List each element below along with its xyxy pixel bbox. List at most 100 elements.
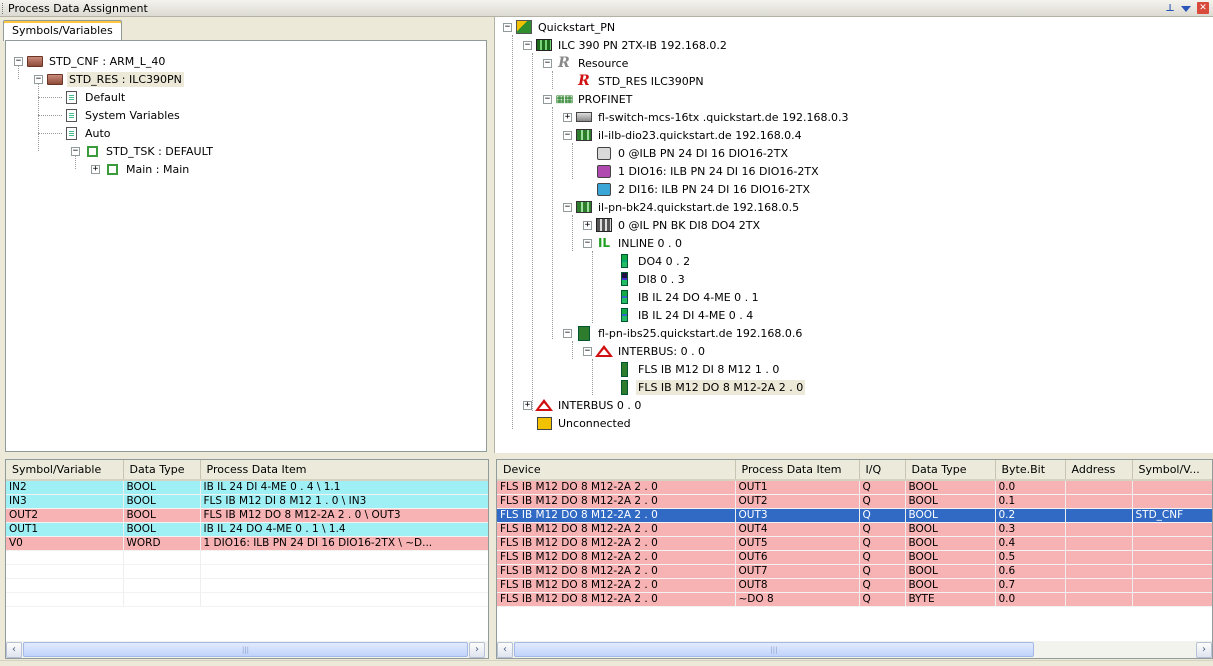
scroll-left-icon[interactable]: ‹: [497, 641, 513, 658]
tree-node-il-ilb-dio23[interactable]: − il-ilb-dio23.quickstart.de 192.168.0.4: [563, 126, 804, 144]
tree-node-di8[interactable]: DI8 0 . 3: [616, 270, 687, 288]
collapse-icon[interactable]: −: [543, 58, 552, 68]
horizontal-scrollbar[interactable]: ‹ ||| ›: [6, 641, 488, 658]
tree-node-slot1-dio16[interactable]: 1 DIO16: ILB PN 24 DI 16 DIO16-2TX: [596, 162, 821, 180]
tree-node-slot0-ilb[interactable]: 0 @ILB PN 24 DI 16 DIO16-2TX: [596, 144, 790, 162]
table-row[interactable]: FLS IB M12 DO 8 M12-2A 2 . 0 OUT1 Q BOOL 0.0: [497, 480, 1212, 495]
table-row[interactable]: FLS IB M12 DO 8 M12-2A 2 . 0 ~DO 8 Q BYTE 0.…: [497, 592, 1212, 607]
tree-node-std-res[interactable]: − STD_RES : ILC390PN: [34, 70, 184, 88]
tree-node-ib-il-di[interactable]: IB IL 24 DI 4-ME 0 . 4: [616, 306, 755, 324]
collapse-icon[interactable]: −: [503, 22, 512, 32]
collapse-icon[interactable]: −: [14, 56, 23, 66]
table-row[interactable]: FLS IB M12 DO 8 M12-2A 2 . 0 OUT4 Q BOOL 0.3: [497, 522, 1212, 537]
tree-node-quickstart-pn[interactable]: − Quickstart_PN: [503, 18, 617, 36]
column-header[interactable]: Device: [497, 460, 736, 481]
dropdown-icon[interactable]: [1181, 6, 1191, 12]
table-row: [6, 564, 488, 579]
table-row[interactable]: FLS IB M12 DO 8 M12-2A 2 . 0 OUT6 Q BOOL 0.5: [497, 550, 1212, 565]
scroll-thumb[interactable]: |||: [514, 642, 1034, 657]
tree-node-unconnected[interactable]: Unconnected: [536, 414, 633, 432]
tree-node-std-tsk[interactable]: − STD_TSK : DEFAULT: [71, 142, 215, 160]
tree-node-std-cnf[interactable]: − STD_CNF : ARM_L_40: [14, 52, 167, 70]
scroll-track[interactable]: [1035, 642, 1196, 657]
pin-icon[interactable]: ⊥: [1165, 3, 1175, 14]
scroll-left-icon[interactable]: ‹: [6, 641, 22, 658]
tree-node-profinet[interactable]: − ▦▦ PROFINET: [543, 90, 634, 108]
table-row[interactable]: FLS IB M12 DO 8 M12-2A 2 . 0 OUT2 Q BOOL 0.1: [497, 494, 1212, 509]
tree-node-auto[interactable]: Auto: [63, 124, 113, 142]
tree-node-ib-il-do[interactable]: IB IL 24 DO 4-ME 0 . 1: [616, 288, 761, 306]
column-header[interactable]: Address: [1065, 460, 1133, 481]
tree-node-std-res[interactable]: R STD_RES ILC390PN: [576, 72, 706, 90]
tree-node-default[interactable]: Default: [63, 88, 127, 106]
collapse-icon[interactable]: −: [563, 202, 572, 212]
resource-icon: R: [558, 55, 570, 71]
tree-node-system-variables[interactable]: System Variables: [63, 106, 182, 124]
collapse-icon[interactable]: −: [563, 130, 572, 140]
column-header[interactable]: Data Type: [905, 460, 996, 481]
column-header[interactable]: I/Q: [859, 460, 906, 481]
tree-node-slot2-di16[interactable]: 2 DI16: ILB PN 24 DI 16 DIO16-2TX: [596, 180, 812, 198]
scroll-right-icon[interactable]: ›: [469, 641, 485, 658]
table-row[interactable]: IN3 BOOL FLS IB M12 DI 8 M12 1 . 0 \ IN3: [6, 494, 488, 509]
table-row[interactable]: OUT1 BOOL IB IL 24 DO 4-ME 0 . 1 \ 1.4: [6, 522, 488, 537]
column-header[interactable]: Process Data Item: [200, 460, 488, 481]
column-header[interactable]: Symbol/V...: [1132, 460, 1212, 481]
tree-node-inline[interactable]: − IL INLINE 0 . 0: [583, 234, 684, 252]
column-header[interactable]: Process Data Item: [735, 460, 860, 481]
tree-node-fls-di8[interactable]: FLS IB M12 DI 8 M12 1 . 0: [616, 360, 781, 378]
document-icon: [63, 126, 79, 140]
grid-header: Symbol/Variable Data Type Process Data I…: [6, 460, 488, 481]
collapse-icon[interactable]: −: [583, 238, 592, 248]
table-row[interactable]: V0 WORD 1 DIO16: ILB PN 24 DI 16 DIO16-2TX…: [6, 536, 488, 551]
bus-coupler-icon: [596, 218, 612, 232]
tree-node-il-pn-bk24[interactable]: − il-pn-bk24.quickstart.de 192.168.0.5: [563, 198, 801, 216]
table-row[interactable]: FLS IB M12 DO 8 M12-2A 2 . 0 OUT7 Q BOOL 0.6: [497, 564, 1212, 579]
tree-node-resource[interactable]: − R Resource: [543, 54, 630, 72]
window-title: Process Data Assignment: [8, 1, 148, 15]
collapse-icon[interactable]: −: [563, 328, 572, 338]
tab-symbols-variables[interactable]: Symbols/Variables: [3, 20, 122, 41]
table-row[interactable]: FLS IB M12 DO 8 M12-2A 2 . 0 OUT5 Q BOOL 0.4: [497, 536, 1212, 551]
controller-icon: [536, 38, 552, 52]
table-row[interactable]: FLS IB M12 DO 8 M12-2A 2 . 0 OUT8 Q BOOL 0.7: [497, 578, 1212, 593]
table-row[interactable]: IN2 BOOL IB IL 24 DI 4-ME 0 . 4 \ 1.1: [6, 480, 488, 495]
scroll-right-icon[interactable]: ›: [1196, 641, 1212, 658]
table-row[interactable]: FLS IB M12 DO 8 M12-2A 2 . 0 OUT3 Q BOOL 0.2…: [497, 508, 1212, 523]
expand-icon[interactable]: +: [583, 220, 592, 230]
expand-icon[interactable]: +: [523, 400, 532, 410]
column-header[interactable]: Byte.Bit: [995, 460, 1066, 481]
tree-node-interbus-sub[interactable]: − INTERBUS: 0 . 0: [583, 342, 707, 360]
symbols-tree[interactable]: − STD_CNF : ARM_L_40 − STD_RES : ILC390P…: [5, 40, 487, 452]
tree-node-ilc390[interactable]: − ILC 390 PN 2TX-IB 192.168.0.2: [523, 36, 729, 54]
title-buttons: ⊥ ✕: [1165, 2, 1209, 14]
expand-icon[interactable]: +: [563, 112, 572, 122]
expand-icon[interactable]: +: [91, 164, 100, 174]
tree-node-il-pn-bk[interactable]: + 0 @IL PN BK DI8 DO4 2TX: [583, 216, 762, 234]
tree-node-fls-do8[interactable]: FLS IB M12 DO 8 M12-2A 2 . 0: [616, 378, 806, 396]
collapse-icon[interactable]: −: [34, 74, 43, 84]
column-header[interactable]: Symbol/Variable: [6, 460, 124, 481]
interbus-icon: [595, 344, 613, 358]
unconnected-icon: [536, 416, 552, 430]
column-header[interactable]: Data Type: [123, 460, 201, 481]
tree-node-fl-pn-ibs25[interactable]: − fl-pn-ibs25.quickstart.de 192.168.0.6: [563, 324, 804, 342]
close-icon[interactable]: ✕: [1197, 2, 1209, 14]
collapse-icon[interactable]: −: [543, 94, 552, 104]
collapse-icon[interactable]: −: [71, 146, 80, 156]
terminal-icon: [616, 272, 632, 286]
devices-tree[interactable]: − Quickstart_PN − ILC 390 PN 2TX-IB 192.…: [494, 17, 1213, 453]
tree-node-main[interactable]: + Main : Main: [91, 160, 191, 178]
horizontal-scrollbar[interactable]: ‹ ||| ›: [497, 641, 1212, 658]
collapse-icon[interactable]: −: [523, 40, 532, 50]
terminal-icon: [616, 254, 632, 268]
collapse-icon[interactable]: −: [583, 346, 592, 356]
terminal-icon: [616, 361, 632, 377]
scroll-thumb[interactable]: |||: [23, 642, 468, 657]
table-row[interactable]: OUT2 BOOL FLS IB M12 DO 8 M12-2A 2 . 0 \ O…: [6, 508, 488, 523]
devices-grid[interactable]: Device Process Data Item I/Q Data Type B…: [496, 459, 1213, 659]
symbols-grid[interactable]: Symbol/Variable Data Type Process Data I…: [5, 459, 489, 659]
tree-node-interbus[interactable]: + INTERBUS 0 . 0: [523, 396, 643, 414]
tree-node-do4[interactable]: DO4 0 . 2: [616, 252, 692, 270]
tree-node-fl-switch[interactable]: + fl-switch-mcs-16tx .quickstart.de 192.…: [563, 108, 851, 126]
